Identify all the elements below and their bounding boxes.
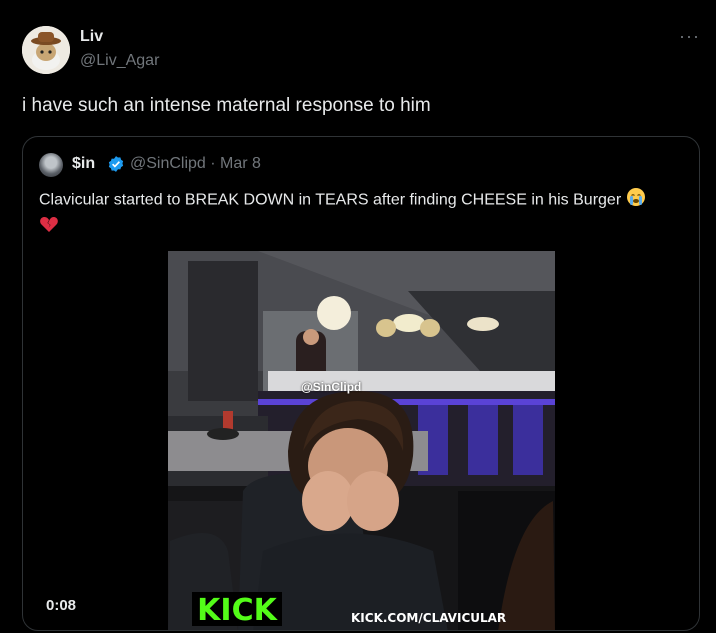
quoted-display-name[interactable]: $in (72, 155, 95, 173)
kick-url-text: KICK.COM/CLAVICULAR (351, 611, 507, 625)
quoted-handle-date[interactable]: @SinClipd · Mar 8 (130, 155, 261, 173)
avatar[interactable] (22, 26, 70, 74)
quoted-tweet-card[interactable]: $in @SinClipd · Mar 8 Clavicular started… (22, 136, 700, 631)
kick-logo-icon: KICK (192, 592, 282, 626)
tweet-text: i have such an intense maternal response… (22, 95, 431, 116)
quoted-text-block: Clavicular started to BREAK DOWN in TEAR… (39, 187, 659, 241)
quoted-text: Clavicular started to BREAK DOWN in TEAR… (39, 191, 622, 209)
svg-text:KICK: KICK (197, 593, 278, 626)
loudly-crying-face-icon (626, 187, 646, 214)
video-player[interactable]: @SinClipd KICK KICK.COM/CLAVICULAR (168, 251, 555, 630)
display-name[interactable]: Liv (80, 28, 103, 46)
video-watermark: @SinClipd (301, 380, 362, 394)
verified-badge-icon (108, 156, 124, 172)
video-timestamp: 0:08 (46, 597, 77, 614)
user-handle[interactable]: @Liv_Agar (80, 52, 159, 70)
more-options-button[interactable]: ··· (679, 26, 700, 47)
broken-heart-icon (39, 214, 59, 241)
quoted-avatar[interactable] (39, 153, 63, 177)
video-frame (168, 251, 555, 630)
